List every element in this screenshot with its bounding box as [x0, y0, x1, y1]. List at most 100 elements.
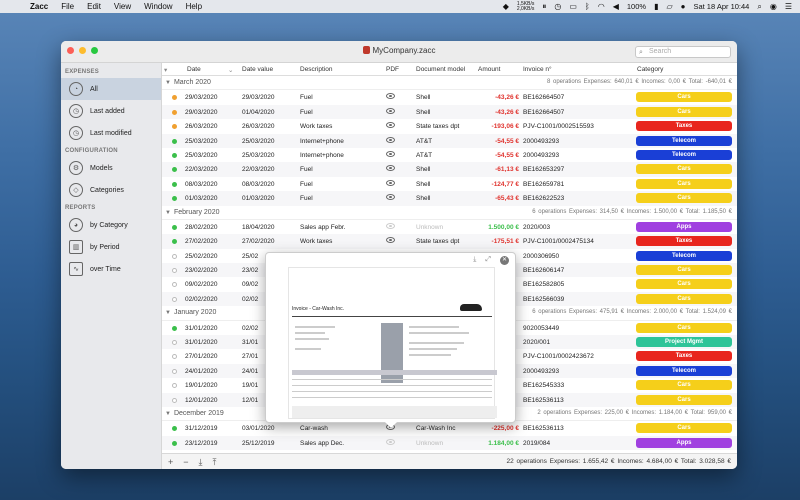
sort-icon[interactable]: ▾	[164, 66, 167, 74]
category-badge[interactable]: Apps	[636, 221, 732, 232]
download-icon[interactable]: ⤓	[473, 256, 476, 265]
pause-icon[interactable]: ⏸	[542, 2, 546, 12]
disclosure-triangle-icon[interactable]: ▼	[165, 310, 171, 316]
category-badge[interactable]: Cars	[636, 92, 732, 103]
table-row[interactable]: 25/03/2020 25/03/2020 Internet+phone AT&…	[162, 133, 737, 148]
display-icon[interactable]: ▭	[569, 2, 577, 11]
export-button[interactable]: ⤒	[213, 457, 217, 468]
table-row[interactable]: 01/03/2020 01/03/2020 Fuel Shell -65,43 …	[162, 191, 737, 206]
category-badge[interactable]: Cars	[636, 164, 732, 175]
sidebar-item-over-time[interactable]: ∿ over Time	[61, 258, 161, 280]
table-row[interactable]: 23/12/2019 25/12/2019 Sales app Dec. Unk…	[162, 435, 737, 451]
pdf-eye-icon[interactable]	[386, 438, 395, 445]
table-row[interactable]: 29/03/2020 01/04/2020 Fuel Shell -43,26 …	[162, 104, 737, 120]
pdf-eye-icon[interactable]	[386, 122, 395, 129]
group-header[interactable]: ▼ February 2020 6 operations Expenses: 31…	[162, 206, 737, 220]
pdf-eye-icon[interactable]	[386, 150, 395, 157]
category-badge[interactable]: Cars	[636, 394, 732, 405]
category-badge[interactable]: Cars	[636, 178, 732, 189]
category-badge[interactable]: Cars	[636, 380, 732, 391]
menu-view[interactable]: View	[114, 2, 131, 11]
category-badge[interactable]: Cars	[636, 322, 732, 333]
time-machine-icon[interactable]: ◷	[554, 2, 561, 11]
table-row[interactable]: 27/02/2020 27/02/2020 Work taxes State t…	[162, 234, 737, 249]
close-preview-button[interactable]: ✕	[500, 256, 509, 265]
dropbox-icon[interactable]: ◆	[503, 2, 509, 11]
battery-percent[interactable]: 100%	[627, 2, 646, 11]
category-badge[interactable]: Apps	[636, 437, 732, 448]
pdf-eye-icon[interactable]	[386, 194, 395, 201]
sidebar-item-models[interactable]: ⚙ Models	[61, 157, 161, 179]
category-badge[interactable]: Taxes	[636, 236, 732, 247]
sidebar-item-categories[interactable]: ◇ Categories	[61, 179, 161, 201]
col-invoice[interactable]: Invoice n°	[523, 66, 552, 73]
network-monitor[interactable]: 1,5KB/s 2,0KB/s	[517, 1, 535, 12]
col-date[interactable]: Date	[187, 66, 201, 73]
category-badge[interactable]: Project Mgmt	[636, 337, 732, 348]
category-badge[interactable]: Cars	[636, 279, 732, 290]
category-badge[interactable]: Taxes	[636, 351, 732, 362]
user-icon[interactable]: ●	[681, 2, 686, 11]
col-date-value[interactable]: Date value	[242, 66, 273, 73]
bluetooth-icon[interactable]: ᛒ	[585, 2, 590, 11]
pdf-eye-icon[interactable]	[386, 237, 395, 244]
category-badge[interactable]: Telecom	[636, 135, 732, 146]
pdf-eye-icon[interactable]	[386, 222, 395, 229]
menu-app[interactable]: Zacc	[30, 2, 48, 11]
control-center-icon[interactable]: ☰	[785, 2, 792, 11]
table-row[interactable]: 22/03/2020 22/03/2020 Fuel Shell -61,13 …	[162, 162, 737, 177]
pdf-eye-icon[interactable]	[386, 107, 395, 114]
col-document-model[interactable]: Document model	[416, 66, 465, 73]
category-badge[interactable]: Taxes	[636, 121, 732, 132]
sidebar-item-by-period[interactable]: ▥ by Period	[61, 236, 161, 258]
siri-icon[interactable]: ◉	[770, 2, 777, 11]
disclosure-triangle-icon[interactable]: ▼	[165, 80, 171, 86]
sidebar-item-all[interactable]: ◔ All	[61, 78, 161, 100]
table-row[interactable]: 29/03/2020 29/03/2020 Fuel Shell -43,26 …	[162, 90, 737, 104]
pdf-eye-icon[interactable]	[386, 179, 395, 186]
table-row[interactable]: 28/02/2020 18/04/2020 Sales app Febr. Un…	[162, 220, 737, 234]
sidebar-item-last-modified[interactable]: ◷ Last modified	[61, 122, 161, 144]
cell-description: Sales app Dec.	[300, 439, 345, 447]
expand-icon[interactable]: ⤢	[485, 256, 491, 265]
menu-edit[interactable]: Edit	[87, 2, 101, 11]
sidebar-item-last-added[interactable]: ◷ Last added	[61, 100, 161, 122]
search-input[interactable]: ⌕ Search	[635, 46, 731, 58]
table-row[interactable]: 26/03/2020 26/03/2020 Work taxes State t…	[162, 119, 737, 133]
wifi-icon[interactable]: ◠	[598, 2, 605, 11]
category-badge[interactable]: Cars	[636, 293, 732, 304]
category-badge[interactable]: Telecom	[636, 250, 732, 261]
category-badge[interactable]: Telecom	[636, 149, 732, 160]
pdf-eye-icon[interactable]	[386, 165, 395, 172]
col-description[interactable]: Description	[300, 66, 333, 73]
table-row[interactable]: 08/03/2020 08/03/2020 Fuel Shell -124,77…	[162, 177, 737, 191]
col-amount[interactable]: Amount	[478, 66, 500, 73]
import-button[interactable]: ⤓	[199, 457, 203, 468]
remove-button[interactable]: −	[183, 457, 188, 468]
sort-desc-icon[interactable]: ⌄	[228, 66, 233, 74]
col-category[interactable]: Category	[637, 66, 663, 73]
group-header[interactable]: ▼ March 2020 8 operations Expenses: 640,0…	[162, 76, 737, 91]
category-badge[interactable]: Cars	[636, 106, 732, 117]
table-row[interactable]: 31/12/2019 03/01/2020 Car-wash Car-Wash …	[162, 421, 737, 435]
disclosure-triangle-icon[interactable]: ▼	[165, 411, 171, 417]
airplay-icon[interactable]: ▱	[666, 2, 672, 11]
pdf-eye-icon[interactable]	[386, 93, 395, 100]
category-badge[interactable]: Cars	[636, 193, 732, 204]
menu-file[interactable]: File	[61, 2, 74, 11]
add-button[interactable]: +	[168, 457, 173, 468]
category-badge[interactable]: Cars	[636, 265, 732, 276]
menu-help[interactable]: Help	[186, 2, 202, 11]
pdf-eye-icon[interactable]	[386, 136, 395, 143]
table-row[interactable]: 25/03/2020 25/03/2020 Internet+phone AT&…	[162, 148, 737, 162]
col-pdf[interactable]: PDF	[386, 66, 399, 73]
volume-icon[interactable]: ◀	[613, 2, 619, 11]
disclosure-triangle-icon[interactable]: ▼	[165, 210, 171, 216]
status-dot	[172, 282, 177, 288]
spotlight-icon[interactable]: ⌕	[757, 2, 761, 12]
clock[interactable]: Sat 18 Apr 10:44	[693, 2, 749, 11]
category-badge[interactable]: Telecom	[636, 365, 732, 376]
sidebar-item-by-category[interactable]: ◕ by Category	[61, 214, 161, 236]
category-badge[interactable]: Cars	[636, 423, 732, 434]
menu-window[interactable]: Window	[144, 2, 172, 11]
